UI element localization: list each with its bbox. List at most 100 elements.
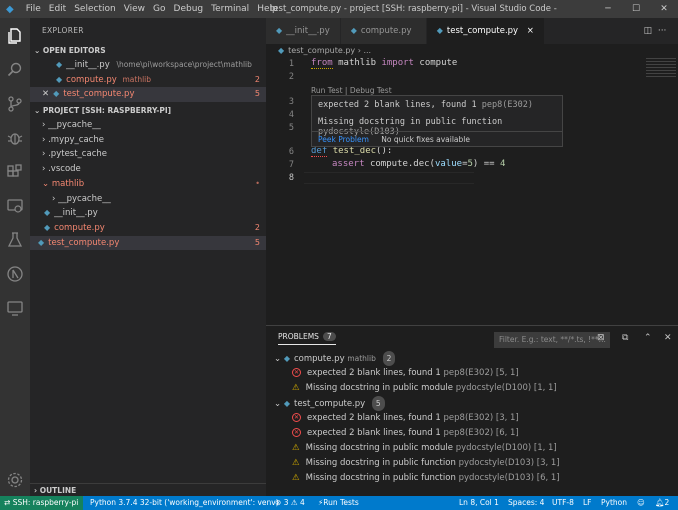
problem-message: Missing docstring in public module xyxy=(305,383,453,393)
group-file: compute.py xyxy=(293,354,345,364)
peek-problem-link[interactable]: Peek Problem xyxy=(318,135,369,144)
code-line-6: def test_dec(): xyxy=(311,146,393,157)
window-controls: ─ ☐ ✕ xyxy=(594,0,678,18)
open-editor-test-compute[interactable]: ✕ ◆ test_compute.py 5 xyxy=(30,87,266,103)
tab-problems[interactable]: PROBLEMS 7 xyxy=(278,332,336,345)
folder-vscode[interactable]: › .vscode xyxy=(30,162,266,177)
file-compute[interactable]: ◆ compute.py 2 xyxy=(30,221,266,236)
file-test-compute[interactable]: ◆ test_compute.py 5 xyxy=(30,235,266,251)
close-window-icon[interactable]: ✕ xyxy=(650,0,678,18)
problem-hover-widget: expected 2 blank lines, found 1 pep8(E30… xyxy=(311,95,563,147)
python-interpreter[interactable]: Python 3.7.4 32-bit ('working_environmen… xyxy=(90,496,279,510)
maximize-icon[interactable]: ☐ xyxy=(622,0,650,18)
function-name: test_dec xyxy=(332,146,377,156)
folder-pytest-cache[interactable]: › .pytest_cache xyxy=(30,147,266,162)
python-file-icon: ◆ xyxy=(436,26,443,35)
minimap[interactable] xyxy=(646,58,676,78)
open-editor-compute[interactable]: ◆ compute.py mathlib 2 xyxy=(30,73,266,88)
remote-indicator[interactable]: ⇄ SSH: raspberry-pi xyxy=(0,496,83,510)
tab-label: __init__.py xyxy=(286,26,330,36)
problem-count-badge: 5 xyxy=(254,89,260,99)
problem-item[interactable]: ✕ expected 2 blank lines, found 1 pep8(E3… xyxy=(266,426,678,441)
python-file-icon: ◆ xyxy=(56,74,63,84)
open-editors-header[interactable]: ⌄ OPEN EDITORS xyxy=(30,44,266,58)
menu-file[interactable]: File xyxy=(22,4,45,14)
python-icon[interactable] xyxy=(3,262,27,286)
problem-group-compute[interactable]: ⌄ ◆ compute.py mathlib 2 xyxy=(266,351,678,366)
problem-item[interactable]: ✕ expected 2 blank lines, found 1 pep8(E3… xyxy=(266,366,678,381)
more-actions-icon[interactable]: ··· xyxy=(658,26,667,36)
problem-item[interactable]: ✕ expected 2 blank lines, found 1 pep8(E3… xyxy=(266,411,678,426)
open-editor-init[interactable]: ◆ __init__.py \home\pi\workspace\project\… xyxy=(30,58,266,73)
menu-selection[interactable]: Selection xyxy=(70,4,119,14)
maximize-panel-icon[interactable]: ⌃ xyxy=(644,333,652,343)
parameter-name: value xyxy=(434,159,463,169)
tab-compute[interactable]: ◆ compute.py xyxy=(340,18,427,44)
line-number-current: 8 xyxy=(288,173,294,183)
python-file-icon: ◆ xyxy=(38,237,45,247)
cursor-position[interactable]: Ln 8, Col 1 xyxy=(459,496,499,510)
line-ending[interactable]: LF xyxy=(583,496,592,510)
extensions-icon[interactable] xyxy=(3,160,27,184)
menu-view[interactable]: View xyxy=(120,4,149,14)
debug-icon[interactable] xyxy=(3,126,27,150)
problem-source: pydocstyle(D103) xyxy=(458,458,535,468)
feedback-icon[interactable]: ☺ xyxy=(637,496,645,510)
problem-message: Missing docstring in public module xyxy=(305,443,453,453)
close-editor-icon[interactable]: ✕ xyxy=(42,89,49,99)
filter-icon[interactable]: ⊠ xyxy=(597,333,605,343)
indentation[interactable]: Spaces: 4 xyxy=(508,496,544,510)
split-editor-icon[interactable]: ◫ xyxy=(644,26,653,36)
problems-filter-input[interactable]: Filter. E.g.: text, **/*.ts, !**... xyxy=(494,332,610,348)
project-header[interactable]: ⌄ PROJECT [SSH: RASPBERRY-PI] xyxy=(30,104,266,118)
punctuation: (): xyxy=(376,146,393,156)
problem-group-test-compute[interactable]: ⌄ ◆ test_compute.py 5 xyxy=(266,396,678,411)
problem-item[interactable]: ⚠ Missing docstring in public module pydo… xyxy=(266,441,678,456)
error-icon: ⊗ xyxy=(275,498,282,507)
problem-source: pydocstyle(D100) xyxy=(455,383,532,393)
menu-terminal[interactable]: Terminal xyxy=(207,4,253,14)
breadcrumb[interactable]: ◆ test_compute.py › ... xyxy=(266,44,678,58)
close-tab-icon[interactable]: × xyxy=(527,26,534,36)
menu-edit[interactable]: Edit xyxy=(45,4,70,14)
notifications[interactable]: 🔔︎2 xyxy=(655,496,669,510)
language-mode[interactable]: Python xyxy=(601,496,627,510)
menu-go[interactable]: Go xyxy=(149,4,169,14)
problems-summary[interactable]: ⊗ 3 ⚠ 4 xyxy=(275,496,305,510)
codelens-run-debug[interactable]: Run Test | Debug Test xyxy=(311,86,392,95)
search-icon[interactable] xyxy=(3,58,27,82)
explorer-icon[interactable] xyxy=(3,24,27,48)
menu-debug[interactable]: Debug xyxy=(170,4,208,14)
folder-mathlib[interactable]: ⌄ mathlib • xyxy=(30,177,266,192)
module-name: mathlib xyxy=(338,58,377,68)
outline-header[interactable]: › OUTLINE xyxy=(30,483,266,497)
run-tests-button[interactable]: ⚡Run Tests xyxy=(318,496,359,510)
test-flask-icon[interactable] xyxy=(3,228,27,252)
remote-explorer-icon[interactable] xyxy=(3,194,27,218)
problem-item[interactable]: ⚠ Missing docstring in public module pydo… xyxy=(266,381,678,396)
file-init[interactable]: ◆ __init__.py xyxy=(30,206,266,221)
live-share-icon[interactable] xyxy=(3,296,27,320)
folder-mathlib-pycache[interactable]: › __pycache__ xyxy=(30,192,266,207)
file-name: __init__.py xyxy=(54,208,98,219)
collapse-all-icon[interactable]: ⧉ xyxy=(622,333,628,343)
python-file-icon: ◆ xyxy=(44,208,51,218)
folder-mypy-cache[interactable]: › .mypy_cache xyxy=(30,133,266,148)
tab-label: compute.py xyxy=(360,26,412,36)
problem-item[interactable]: ⚠ Missing docstring in public function py… xyxy=(266,456,678,471)
settings-gear-icon[interactable] xyxy=(3,468,27,492)
folder-pycache[interactable]: › __pycache__ xyxy=(30,118,266,133)
source-control-icon[interactable] xyxy=(3,92,27,116)
group-file: test_compute.py xyxy=(293,399,366,409)
tab-bar-spacer xyxy=(545,18,632,44)
tab-test-compute[interactable]: ◆ test_compute.py × xyxy=(426,18,545,44)
problem-item[interactable]: ⚠ Missing docstring in public function py… xyxy=(266,471,678,486)
tab-init[interactable]: ◆ __init__.py xyxy=(266,18,341,44)
close-panel-icon[interactable]: ✕ xyxy=(664,333,672,343)
warning-icon: ⚠ xyxy=(292,458,300,468)
minimize-icon[interactable]: ─ xyxy=(594,0,622,18)
problem-source: pep8(E302) xyxy=(443,368,494,378)
encoding[interactable]: UTF-8 xyxy=(552,496,574,510)
keyword: def xyxy=(311,146,328,157)
python-file-icon: ◆ xyxy=(350,26,357,35)
